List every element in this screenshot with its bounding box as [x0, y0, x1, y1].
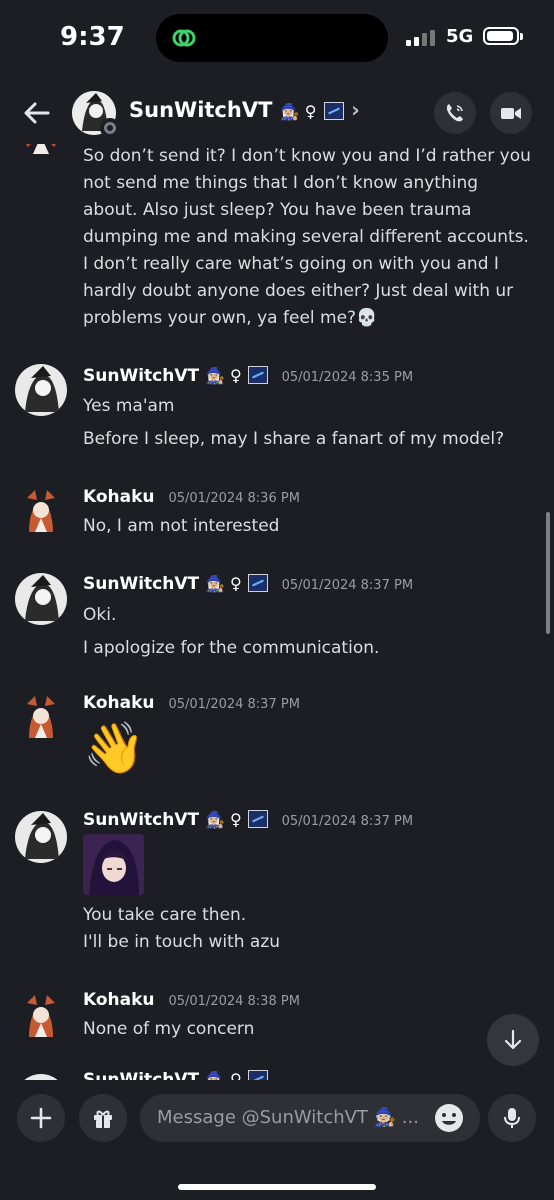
clock: 9:37	[60, 22, 125, 52]
avatar[interactable]	[15, 484, 67, 536]
signal-icon	[406, 30, 435, 46]
phone-icon	[446, 104, 463, 122]
dm-header: SunWitchVT 🧙🏼‍♀️ ♀ ›	[0, 82, 554, 144]
timestamp: 05/01/2024 8:37 PM	[168, 697, 300, 712]
fox-avatar-art	[25, 144, 57, 154]
message-line: You take care then.	[83, 905, 247, 925]
message-line: about. Also just sleep? You have been tr…	[83, 200, 472, 220]
fanart-image-attachment[interactable]	[83, 834, 144, 895]
flag-icon	[247, 574, 268, 592]
status-bar: 9:37 5G	[0, 0, 554, 80]
waving-hand-emoji: 👋	[83, 719, 146, 777]
microphone-icon	[504, 1108, 520, 1128]
author-name[interactable]: SunWitchVT 🧙🏼‍♀️ ♀	[83, 1070, 268, 1080]
avatar[interactable]	[15, 144, 67, 158]
message-line: I don’t really care what’s going on with…	[83, 254, 499, 274]
gift-icon	[94, 1110, 112, 1128]
message-line: not send me things that I don’t know any…	[83, 173, 479, 193]
message-line: Before I sleep, may I share a fanart of …	[83, 429, 505, 449]
avatar[interactable]	[15, 364, 67, 416]
witch-avatar-art	[25, 575, 59, 621]
back-arrow-icon[interactable]	[20, 96, 54, 130]
offline-status-badge	[100, 118, 120, 138]
jump-to-latest-button[interactable]	[487, 1014, 539, 1066]
fanart-art	[83, 834, 144, 895]
author-name[interactable]: Kohaku 05/01/2024 8:36 PM	[83, 487, 300, 507]
avatar[interactable]	[15, 690, 67, 742]
author-name[interactable]: SunWitchVT 🧙🏼‍♀️ ♀ 05/01/2024 8:37 PM	[83, 574, 413, 594]
arrow-down-icon	[504, 1029, 522, 1050]
flag-icon	[323, 102, 344, 120]
flag-icon	[247, 1070, 268, 1080]
message-line: So don’t send it? I don’t know you and I…	[83, 146, 531, 166]
timestamp: 05/01/2024 8:38 PM	[168, 994, 300, 1009]
message-line: problems your own, ya feel me?💀	[83, 308, 378, 328]
message-line: Yes ma'am	[83, 396, 175, 416]
message-line: hardly doubt anyone does either? Just de…	[83, 281, 514, 301]
avatar[interactable]	[15, 811, 67, 863]
message-composer: Message @SunWitchVT 🧙🏼 ...	[0, 1080, 554, 1200]
video-call-button[interactable]	[490, 92, 532, 134]
gift-button[interactable]	[79, 1094, 127, 1142]
message-line: I apologize for the communication.	[83, 638, 380, 658]
emoji-picker-icon[interactable]	[434, 1103, 464, 1133]
avatar[interactable]	[15, 989, 67, 1041]
contact-name[interactable]: SunWitchVT 🧙🏼‍♀️ ♀ ›	[129, 98, 360, 122]
message-line: No, I am not interested	[83, 516, 280, 536]
message-line: None of my concern	[83, 1019, 255, 1039]
timestamp: 05/01/2024 8:37 PM	[281, 814, 414, 829]
flag-icon	[247, 810, 268, 828]
message-line: I'll be in touch with azu	[83, 932, 281, 952]
battery-icon	[483, 27, 523, 45]
network-type: 5G	[446, 26, 474, 47]
avatar[interactable]	[15, 573, 67, 625]
message-line: Oki.	[83, 605, 117, 625]
author-name[interactable]: SunWitchVT 🧙🏼‍♀️ ♀ 05/01/2024 8:37 PM	[83, 810, 413, 830]
author-name[interactable]: SunWitchVT 🧙🏼‍♀️ ♀ 05/01/2024 8:35 PM	[83, 366, 413, 386]
author-name[interactable]: Kohaku 05/01/2024 8:37 PM	[83, 693, 300, 713]
dynamic-island	[156, 14, 388, 62]
message-input-placeholder: Message @SunWitchVT 🧙🏼 ...	[157, 1107, 419, 1128]
link-activity-icon	[172, 29, 196, 47]
fox-avatar-art	[27, 696, 55, 738]
fox-avatar-art	[27, 995, 55, 1037]
message-line: dumping me and making several different …	[83, 227, 529, 247]
home-indicator[interactable]	[178, 1184, 376, 1190]
add-attachment-button[interactable]	[17, 1094, 65, 1142]
message-input[interactable]: Message @SunWitchVT 🧙🏼 ...	[140, 1094, 480, 1142]
flag-icon	[247, 366, 268, 384]
timestamp: 05/01/2024 8:37 PM	[281, 578, 414, 593]
voice-call-button[interactable]	[434, 92, 476, 134]
author-name[interactable]: Kohaku 05/01/2024 8:38 PM	[83, 990, 300, 1010]
timestamp: 05/01/2024 8:36 PM	[168, 491, 300, 506]
witch-avatar-art	[25, 366, 59, 412]
scrollbar[interactable]	[546, 512, 550, 634]
timestamp: 05/01/2024 8:35 PM	[281, 370, 414, 385]
plus-icon	[30, 1107, 52, 1129]
witch-avatar-art	[25, 813, 59, 859]
message-list[interactable]: So don’t send it? I don’t know you and I…	[0, 144, 554, 1080]
voice-message-button[interactable]	[488, 1094, 536, 1142]
fox-avatar-art	[27, 490, 55, 532]
video-camera-icon	[501, 108, 521, 119]
